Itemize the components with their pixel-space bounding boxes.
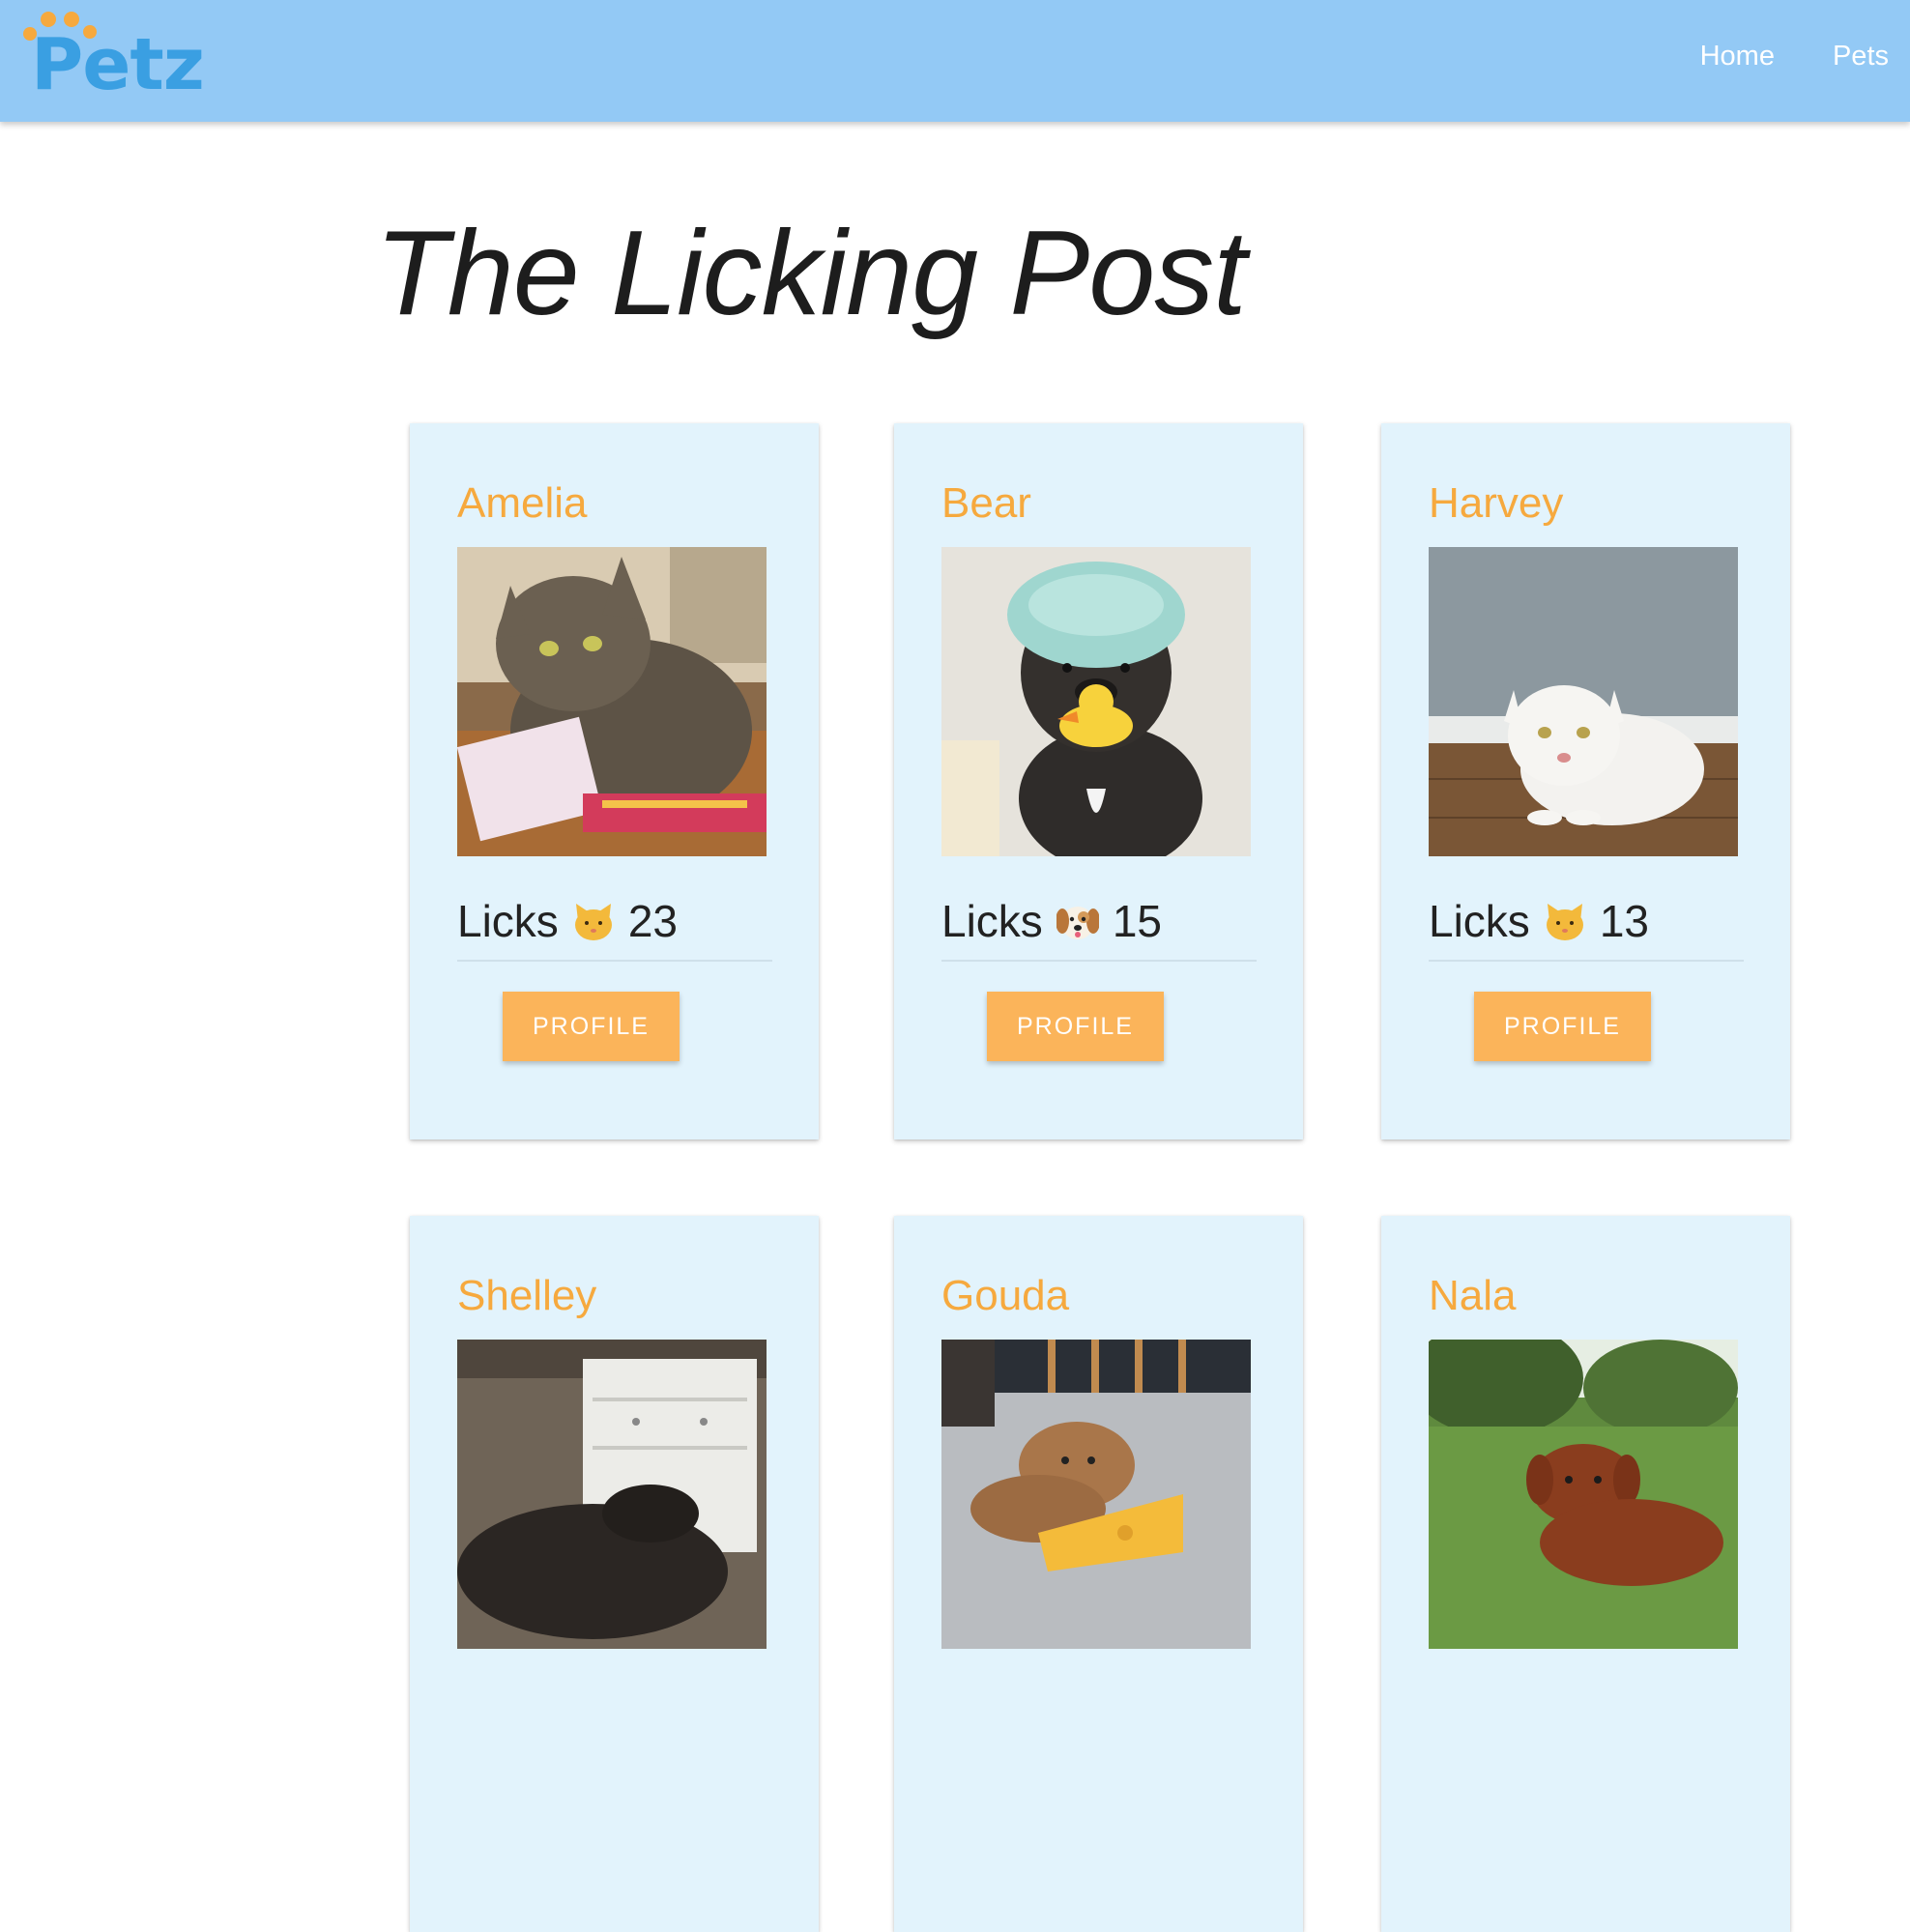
pet-name: Gouda <box>941 1272 1070 1319</box>
divider <box>1429 960 1744 962</box>
pet-photo <box>1429 547 1738 856</box>
pet-card: Bear Licks 15 PROFILE <box>894 423 1303 1139</box>
dog-face-icon <box>1055 901 1100 941</box>
pet-card: Nala <box>1381 1216 1790 1932</box>
pet-name: Shelley <box>457 1272 597 1319</box>
pet-card: Harvey Licks 13 PROFILE <box>1381 423 1790 1139</box>
page-title: The Licking Post <box>375 207 1247 340</box>
licks-number: 13 <box>1599 896 1649 946</box>
pet-name: Bear <box>941 479 1031 527</box>
nav-links: Home Pets <box>1700 41 1889 72</box>
pet-name: Harvey <box>1429 479 1564 527</box>
top-navbar: Petz Home Pets <box>0 0 1910 122</box>
profile-button[interactable]: PROFILE <box>1474 992 1651 1061</box>
licks-number: 23 <box>627 896 678 946</box>
pet-photo <box>941 547 1251 856</box>
licks-label: Licks <box>941 896 1043 946</box>
divider <box>941 960 1257 962</box>
licks-count: Licks 13 <box>1429 895 1649 947</box>
pet-card: Shelley <box>410 1216 819 1932</box>
cat-face-icon <box>1544 901 1586 941</box>
pet-card: Amelia Licks 23 PROFILE <box>410 423 819 1139</box>
divider <box>457 960 772 962</box>
pet-card: Gouda <box>894 1216 1303 1932</box>
pet-name: Amelia <box>457 479 588 527</box>
licks-number: 15 <box>1112 896 1162 946</box>
licks-label: Licks <box>457 896 559 946</box>
licks-count: Licks 15 <box>941 895 1162 947</box>
licks-count: Licks 23 <box>457 895 678 947</box>
pet-name: Nala <box>1429 1272 1517 1319</box>
nav-link-home[interactable]: Home <box>1700 41 1775 72</box>
pet-photo <box>457 1340 767 1649</box>
pet-photo <box>1429 1340 1738 1649</box>
logo-text: Petz <box>31 23 205 106</box>
pet-photo <box>941 1340 1251 1649</box>
profile-button[interactable]: PROFILE <box>987 992 1164 1061</box>
profile-button[interactable]: PROFILE <box>503 992 680 1061</box>
cat-face-icon <box>572 901 615 941</box>
licks-label: Licks <box>1429 896 1530 946</box>
nav-link-pets[interactable]: Pets <box>1833 41 1889 72</box>
pet-photo <box>457 547 767 856</box>
petz-logo[interactable]: Petz <box>21 10 215 106</box>
